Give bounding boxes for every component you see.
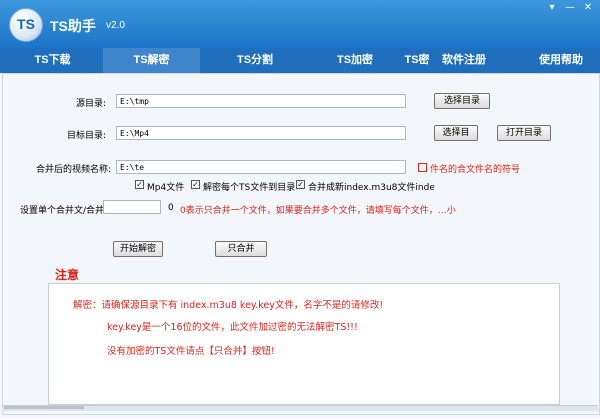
merge-only-button[interactable]: 只合并 [215,241,267,257]
mp4-checkbox-label: Mp4文件 [147,183,185,193]
merged-name-label: 合并后的视频名称: [36,165,112,175]
horizontal-scrollbar[interactable] [2,405,598,411]
app-logo-icon: TS [9,8,43,42]
tab-ts-encrypt[interactable]: TS加密 [310,48,400,73]
tab-ts-download[interactable]: TS下载 [0,48,105,73]
notice-line-1: 解密：请确保源目录下有 index.m3u8 key.key文件，名字不是的请修… [73,300,384,311]
tab-ts-secret[interactable]: TS密 [398,48,436,73]
target-dir-input[interactable]: E:\Mp4 [116,126,406,140]
dropdown-icon[interactable]: ▾ [545,2,559,14]
notice-title: 注意 [52,266,83,283]
merge-count-hint: 0表示只合并一个文件，如果要合并多个文件，请填写每个文件，…小 [180,206,456,216]
decrypt-each-checkbox[interactable]: ✓ [191,180,200,189]
tab-help[interactable]: 使用帮助 [522,48,600,73]
name-symbol-checkbox[interactable] [418,163,427,172]
tab-ts-decrypt[interactable]: TS解密 [103,48,200,73]
minimize-button[interactable]: — [563,2,577,14]
decrypt-each-checkbox-label: 解密每个TS文件到目录 [203,183,296,193]
tab-ts-split[interactable]: TS分割 [210,48,300,73]
app-title: TS助手 [50,18,96,34]
tab-bar: TS下载 TS解密 TS分割 TS加密 TS密 软件注册 使用帮助 [0,48,600,73]
merged-name-input[interactable]: E:\te [116,160,406,174]
scrollbar-thumb[interactable] [4,406,84,409]
title-bar: TS TS助手 v2.0 ▾ — ✕ [0,0,600,48]
close-button[interactable]: ✕ [581,2,595,14]
mp4-checkbox[interactable]: ✓ [135,180,144,189]
select-source-dir-button[interactable]: 选择目录 [434,93,490,109]
start-decrypt-button[interactable]: 开始解密 [113,241,163,257]
target-dir-label: 目标目录: [67,131,107,141]
source-dir-input[interactable]: E:\tmp [116,94,406,108]
notice-line-2: key.key是一个16位的文件，此文件加过密的无法解密TS!!! [107,322,358,333]
tab-register[interactable]: 软件注册 [432,48,496,73]
merge-m3u8-checkbox-label: 合并成新index.m3u8文件index... [308,183,434,193]
notice-line-3: 没有加密的TS文件请点【只合并】按钮! [107,346,275,357]
app-version: v2.0 [106,20,125,31]
merged-name-hint: 件名的合文件名的符号 [430,165,521,175]
merge-m3u8-checkbox[interactable]: ✓ [296,180,305,189]
merge-count-zero: 0 [168,203,174,213]
source-dir-label: 源目录: [76,99,107,109]
open-target-dir-button[interactable]: 打开目录 [497,125,551,141]
logo-text: TS [17,16,35,32]
merge-count-input[interactable] [103,200,161,214]
select-target-dir-button[interactable]: 选择目 [434,125,478,141]
merge-count-label: 设置单个合并文/合并' [20,206,107,216]
